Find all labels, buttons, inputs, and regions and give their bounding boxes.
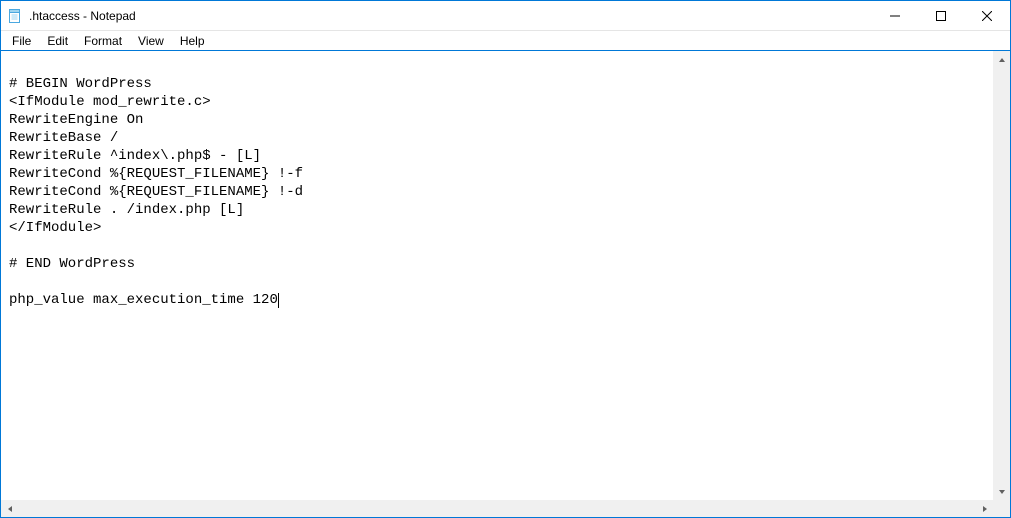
editor-line	[9, 57, 985, 75]
editor-line	[9, 273, 985, 291]
menu-help[interactable]: Help	[173, 33, 212, 49]
scroll-up-arrow-icon[interactable]	[993, 51, 1010, 68]
titlebar: .htaccess - Notepad	[1, 1, 1010, 31]
editor-line: RewriteRule ^index\.php$ - [L]	[9, 147, 985, 165]
editor-line: # END WordPress	[9, 255, 985, 273]
menubar: File Edit Format View Help	[1, 31, 1010, 51]
scroll-corner	[993, 500, 1010, 517]
minimize-button[interactable]	[872, 1, 918, 30]
window-controls	[872, 1, 1010, 30]
editor-line: RewriteBase /	[9, 129, 985, 147]
editor-line: # BEGIN WordPress	[9, 75, 985, 93]
menu-edit[interactable]: Edit	[40, 33, 75, 49]
editor-line: RewriteCond %{REQUEST_FILENAME} !-f	[9, 165, 985, 183]
vertical-scrollbar[interactable]	[993, 51, 1010, 500]
editor-line	[9, 237, 985, 255]
content-area: # BEGIN WordPress<IfModule mod_rewrite.c…	[1, 51, 1010, 517]
horizontal-scroll-track[interactable]	[18, 500, 976, 517]
menu-format[interactable]: Format	[77, 33, 129, 49]
editor-line: <IfModule mod_rewrite.c>	[9, 93, 985, 111]
menu-view[interactable]: View	[131, 33, 171, 49]
notepad-icon	[7, 8, 23, 24]
scroll-down-arrow-icon[interactable]	[993, 483, 1010, 500]
window-title: .htaccess - Notepad	[29, 9, 136, 23]
vertical-scroll-track[interactable]	[993, 68, 1010, 483]
editor-line: RewriteCond %{REQUEST_FILENAME} !-d	[9, 183, 985, 201]
editor-line: php_value max_execution_time 120	[9, 291, 985, 309]
titlebar-left: .htaccess - Notepad	[1, 8, 136, 24]
editor-line: RewriteEngine On	[9, 111, 985, 129]
maximize-button[interactable]	[918, 1, 964, 30]
horizontal-scrollbar[interactable]	[1, 500, 993, 517]
menu-file[interactable]: File	[5, 33, 38, 49]
text-caret	[278, 293, 279, 308]
scroll-right-arrow-icon[interactable]	[976, 500, 993, 517]
text-editor[interactable]: # BEGIN WordPress<IfModule mod_rewrite.c…	[1, 51, 993, 500]
close-button[interactable]	[964, 1, 1010, 30]
editor-line: RewriteRule . /index.php [L]	[9, 201, 985, 219]
editor-line: </IfModule>	[9, 219, 985, 237]
scroll-left-arrow-icon[interactable]	[1, 500, 18, 517]
